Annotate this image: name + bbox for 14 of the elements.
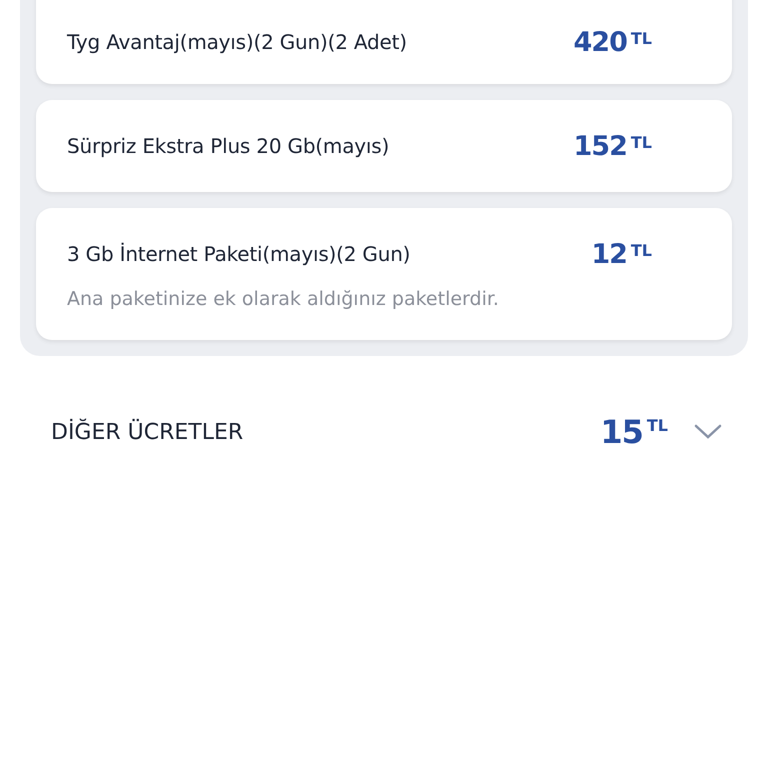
currency-label: TL: [630, 132, 652, 150]
package-name: Sürpriz Ekstra Plus 20 Gb(mayıs): [67, 134, 390, 158]
chevron-icon: [694, 424, 722, 440]
package-name: 3 Gb İnternet Paketi(mayıs)(2 Gun): [67, 242, 410, 266]
package-price: 152: [574, 132, 627, 160]
package-name: Tyg Avantaj(mayıs)(2 Gun)(2 Adet): [67, 30, 407, 54]
other-charges-price: 15: [600, 416, 643, 448]
package-price: 420: [574, 28, 627, 56]
other-charges-label: DİĞER ÜCRETLER: [51, 420, 244, 444]
currency-label: TL: [630, 240, 652, 258]
currency-label: TL: [646, 416, 668, 434]
currency-label: TL: [630, 28, 652, 46]
package-note: Ana paketinize ek olarak aldığınız paketlerdir.: [67, 288, 500, 312]
package-price: 12: [591, 240, 627, 268]
